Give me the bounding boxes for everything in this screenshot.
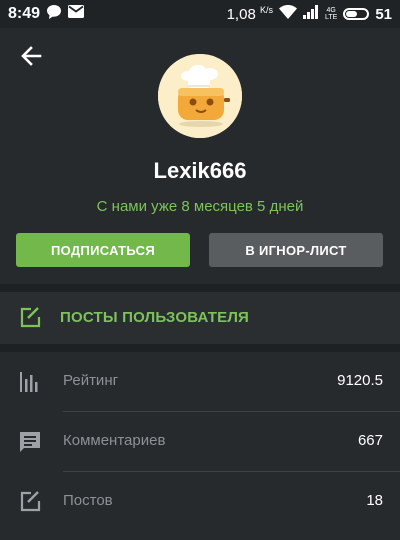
section-divider bbox=[0, 284, 400, 292]
stat-value: 667 bbox=[357, 432, 383, 449]
user-posts-link[interactable]: ПОСТЫ ПОЛЬЗОВАТЕЛЯ bbox=[0, 292, 400, 344]
stat-label: Рейтинг bbox=[63, 372, 119, 389]
username: Lexik666 bbox=[153, 158, 247, 183]
mail-notification-icon bbox=[68, 5, 85, 23]
edit-icon bbox=[18, 306, 42, 330]
status-bar: 8:49 1,08 K/s 4G LTE 51 bbox=[0, 0, 400, 28]
bar-chart-icon bbox=[18, 370, 42, 394]
network-type: 4G LTE bbox=[324, 7, 338, 21]
stat-value: 9120.5 bbox=[337, 372, 383, 389]
stat-label: Комментариев bbox=[63, 432, 166, 449]
avatar bbox=[158, 54, 242, 138]
stat-row-comments: Комментариев 667 bbox=[0, 412, 400, 472]
battery-icon bbox=[343, 8, 370, 20]
stat-label: Постов bbox=[63, 492, 113, 509]
subscribe-button[interactable]: ПОДПИСАТЬСЯ bbox=[16, 233, 190, 267]
signal-icon bbox=[302, 4, 319, 24]
chat-notification-icon bbox=[46, 4, 62, 25]
user-posts-label: ПОСТЫ ПОЛЬЗОВАТЕЛЯ bbox=[60, 309, 250, 326]
battery-level: 51 bbox=[375, 5, 392, 23]
network-speed: 1,08 K/s bbox=[226, 5, 273, 23]
status-time: 8:49 bbox=[8, 5, 41, 22]
edit-icon bbox=[18, 490, 42, 514]
comment-icon bbox=[18, 430, 42, 454]
member-since: С нами уже 8 месяцев 5 дней bbox=[96, 198, 304, 215]
section-divider bbox=[0, 344, 400, 352]
back-arrow-icon[interactable] bbox=[18, 44, 46, 68]
stat-row-rating: Рейтинг 9120.5 bbox=[0, 352, 400, 412]
wifi-icon bbox=[278, 4, 297, 24]
stat-row-posts: Постов 18 bbox=[0, 472, 400, 532]
ignore-list-button[interactable]: В ИГНОР-ЛИСТ bbox=[209, 233, 383, 267]
stat-value: 18 bbox=[366, 492, 383, 509]
